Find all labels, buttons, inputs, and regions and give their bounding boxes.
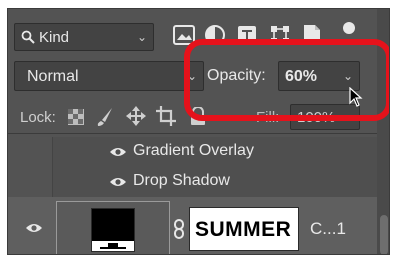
filter-kind-dropdown[interactable]: Kind ⌄	[14, 23, 154, 51]
layer-name: C...1	[310, 219, 346, 238]
mouse-cursor-icon	[349, 87, 363, 107]
lock-image-pixels-icon[interactable]	[96, 107, 114, 127]
layer-thumbnail-image	[91, 208, 135, 252]
panel-divider	[8, 133, 377, 134]
lock-artboard-icon[interactable]	[156, 106, 176, 126]
blend-mode-dropdown[interactable]: Normal ⌄	[14, 61, 204, 91]
layer-mask-thumbnail[interactable]: SUMMER	[189, 207, 299, 251]
eye-icon[interactable]	[109, 176, 127, 188]
filter-kind-label: Kind	[39, 29, 70, 46]
eye-icon[interactable]	[109, 146, 127, 158]
chevron-down-icon: ⌄	[137, 30, 148, 44]
filter-toggle-icon[interactable]	[342, 21, 356, 37]
lock-position-icon[interactable]	[126, 106, 146, 126]
effect-label: Drop Shadow	[133, 172, 230, 189]
layer-row[interactable]: SUMMER C...1	[8, 197, 377, 254]
lock-label: Lock:	[20, 109, 56, 126]
layer-thumbnail[interactable]	[56, 201, 170, 254]
mask-text: SUMMER	[195, 218, 292, 241]
effect-row-gradient-overlay[interactable]: Gradient Overlay	[52, 137, 377, 167]
blend-mode-value: Normal	[27, 68, 79, 85]
effect-row-drop-shadow[interactable]: Drop Shadow	[52, 167, 377, 197]
lock-transparent-pixels-icon[interactable]	[68, 109, 84, 125]
layers-panel: Kind ⌄ Normal ⌄ Opacity: 60% ⌄ Lock: Fil…	[7, 8, 390, 255]
scrollbar-thumb[interactable]	[380, 215, 388, 254]
effect-label: Gradient Overlay	[133, 142, 254, 159]
chain-link-icon[interactable]	[173, 219, 185, 239]
opacity-highlight-annotation	[184, 39, 389, 121]
search-icon	[21, 30, 35, 44]
eye-icon[interactable]	[25, 222, 43, 234]
